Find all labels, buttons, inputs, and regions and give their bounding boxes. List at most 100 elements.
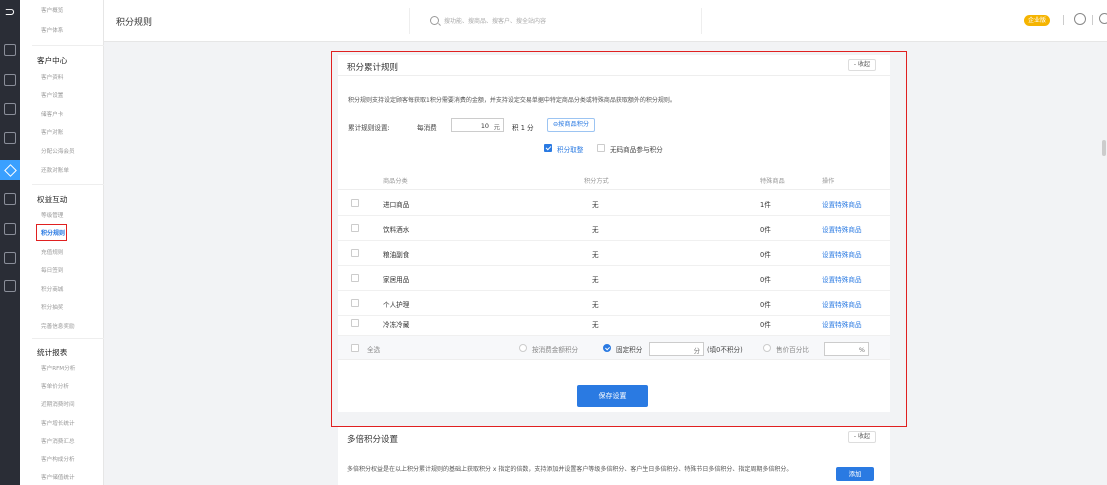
sidebar-item[interactable]: 充值规则 (41, 248, 63, 256)
sidebar-item[interactable]: 每日签到 (41, 266, 63, 274)
goods-icon[interactable] (4, 74, 16, 86)
settings-icon[interactable] (4, 280, 16, 292)
multi-points-panel: 多倍积分设置 - 收起 多倍积分权益是在以上积分累计规则的基础上获取积分 x 指… (338, 427, 890, 485)
panel-title: 多倍积分设置 (347, 435, 399, 445)
sidebar-item[interactable]: 客户资料 (41, 73, 63, 81)
sidebar-item[interactable]: 客户增长统计 (41, 419, 75, 427)
table-row: 家居用品 无 0件 设置特殊商品 (338, 266, 890, 291)
batch-row: 全选 按消费金额积分 固定积分 分 (填0不积分) 售价百分比 % (338, 336, 890, 360)
sidebar-item-overview[interactable]: 客户概览 (41, 6, 63, 14)
row-special: 1件 (760, 201, 771, 209)
col-method: 积分方式 (584, 178, 609, 185)
row-method: 无 (592, 276, 599, 284)
scrollbar-handle[interactable] (1102, 140, 1106, 156)
table-row: 饮料酒水 无 0件 设置特殊商品 (338, 216, 890, 241)
col-action: 操作 (822, 178, 835, 185)
gear-icon[interactable] (1099, 13, 1107, 24)
fixed-hint: (填0不积分) (707, 346, 743, 354)
collapse-button[interactable]: - 收起 (847, 431, 876, 443)
sidebar-group-title: 统计报表 (37, 348, 68, 357)
add-button[interactable]: 添加 (836, 467, 874, 481)
sidebar-item-system[interactable]: 客户体系 (41, 26, 63, 34)
by-category-button[interactable]: ⊖按商品积分 (547, 118, 596, 132)
headset-icon[interactable] (1074, 13, 1086, 25)
home-icon[interactable] (4, 44, 16, 56)
round-checkbox[interactable] (544, 144, 552, 152)
sidebar-divider (32, 338, 104, 339)
sidebar-item[interactable]: 储客户卡 (41, 110, 63, 118)
table-header: 商品分类 积分方式 特殊商品 操作 (338, 170, 890, 190)
row-checkbox[interactable] (351, 319, 359, 327)
page-title: 积分规则 (116, 18, 153, 28)
report-icon[interactable] (4, 223, 16, 235)
sidebar-divider (32, 184, 104, 185)
no-barcode-checkbox[interactable] (597, 144, 605, 152)
sidebar-item-points-rule[interactable]: 积分规则 (36, 224, 67, 241)
sidebar-item[interactable]: 完善信息奖励 (41, 322, 75, 330)
set-special-link[interactable]: 设置特殊商品 (822, 224, 862, 234)
set-special-link[interactable]: 设置特殊商品 (822, 319, 862, 329)
sidebar-item[interactable]: 积分商城 (41, 285, 63, 293)
search-placeholder: 搜功能、搜商品、搜客户、搜全站内容 (444, 18, 547, 25)
radio-percent[interactable] (763, 344, 771, 352)
edition-badge: 企业版 (1024, 15, 1051, 26)
multi-description: 多倍积分权益是在以上积分累计规则的基础上获取积分 x 指定的倍数，支持添加并设置… (347, 466, 793, 473)
row-checkbox[interactable] (351, 249, 359, 257)
row-category: 冷冻冷藏 (383, 321, 410, 329)
row-method: 无 (592, 201, 599, 209)
row-category: 家居用品 (383, 276, 410, 284)
row-category: 粮油副食 (383, 251, 410, 259)
save-settings-button[interactable]: 保存设置 (577, 385, 648, 407)
order-icon[interactable] (4, 103, 16, 115)
radio-fixed[interactable] (603, 344, 611, 352)
table-row: 进口商品 无 1件 设置特殊商品 (338, 191, 890, 216)
set-special-link[interactable]: 设置特殊商品 (822, 199, 862, 209)
logo-icon: ⊃ (4, 5, 16, 20)
set-special-link[interactable]: 设置特殊商品 (822, 274, 862, 284)
percent-input[interactable]: % (824, 342, 869, 356)
points-per-label: 积 1 分 (512, 124, 534, 132)
stock-icon[interactable] (4, 132, 16, 144)
row-method: 无 (592, 301, 599, 309)
set-special-link[interactable]: 设置特殊商品 (822, 249, 862, 259)
sidebar-group-title: 客户中心 (37, 56, 68, 65)
collapse-button[interactable]: - 收起 (847, 59, 876, 71)
fixed-points-input[interactable]: 分 (649, 342, 704, 356)
radio-fixed-label: 固定积分 (616, 346, 643, 354)
divider (1063, 15, 1064, 25)
search-icon (430, 16, 439, 25)
amount-input[interactable]: 10 元 (451, 118, 504, 132)
sidebar-item[interactable]: 客户构成分析 (41, 455, 75, 463)
sidebar-item[interactable]: 还款对账单 (41, 166, 69, 174)
sidebar-item[interactable]: 客户储值统计 (41, 473, 75, 481)
points-rule-panel: 积分累计规则 - 收起 积分规则支持设定顾客每获取1积分需要消费的金额，并支持设… (338, 55, 890, 412)
finance-icon[interactable] (4, 252, 16, 264)
radio-by-amount-label: 按消费金额积分 (532, 346, 579, 354)
radio-by-amount[interactable] (519, 344, 527, 352)
sidebar-item[interactable]: 分配公海会员 (41, 147, 75, 155)
row-checkbox[interactable] (351, 199, 359, 207)
search-input[interactable]: 搜功能、搜商品、搜客户、搜全站内容 (409, 8, 702, 34)
col-category: 商品分类 (383, 178, 408, 185)
sidebar-item[interactable]: 客单价分析 (41, 382, 69, 390)
row-checkbox[interactable] (351, 274, 359, 282)
panel-title: 积分累计规则 (347, 63, 399, 73)
sidebar-item[interactable]: 近期消费时间 (41, 400, 75, 408)
set-special-link[interactable]: 设置特殊商品 (822, 299, 862, 309)
sidebar-item[interactable]: 客户设置 (41, 91, 63, 99)
sidebar-item[interactable]: 客户RFM分析 (41, 364, 75, 372)
no-barcode-label: 无码商品参与积分 (610, 146, 663, 154)
row-checkbox[interactable] (351, 299, 359, 307)
row-checkbox[interactable] (351, 224, 359, 232)
row-category: 进口商品 (383, 201, 410, 209)
sidebar-item[interactable]: 客户对账 (41, 128, 63, 136)
marketing-icon[interactable] (4, 193, 16, 205)
sidebar-item[interactable]: 客户消费汇总 (41, 437, 75, 445)
fixed-unit: 分 (693, 347, 700, 355)
customer-icon[interactable] (0, 160, 20, 180)
amount-value: 10 (480, 122, 489, 130)
sidebar-item[interactable]: 等级管理 (41, 211, 63, 219)
select-all-checkbox[interactable] (351, 344, 359, 352)
percent-unit: % (858, 346, 865, 354)
sidebar-item[interactable]: 积分抽奖 (41, 303, 63, 311)
